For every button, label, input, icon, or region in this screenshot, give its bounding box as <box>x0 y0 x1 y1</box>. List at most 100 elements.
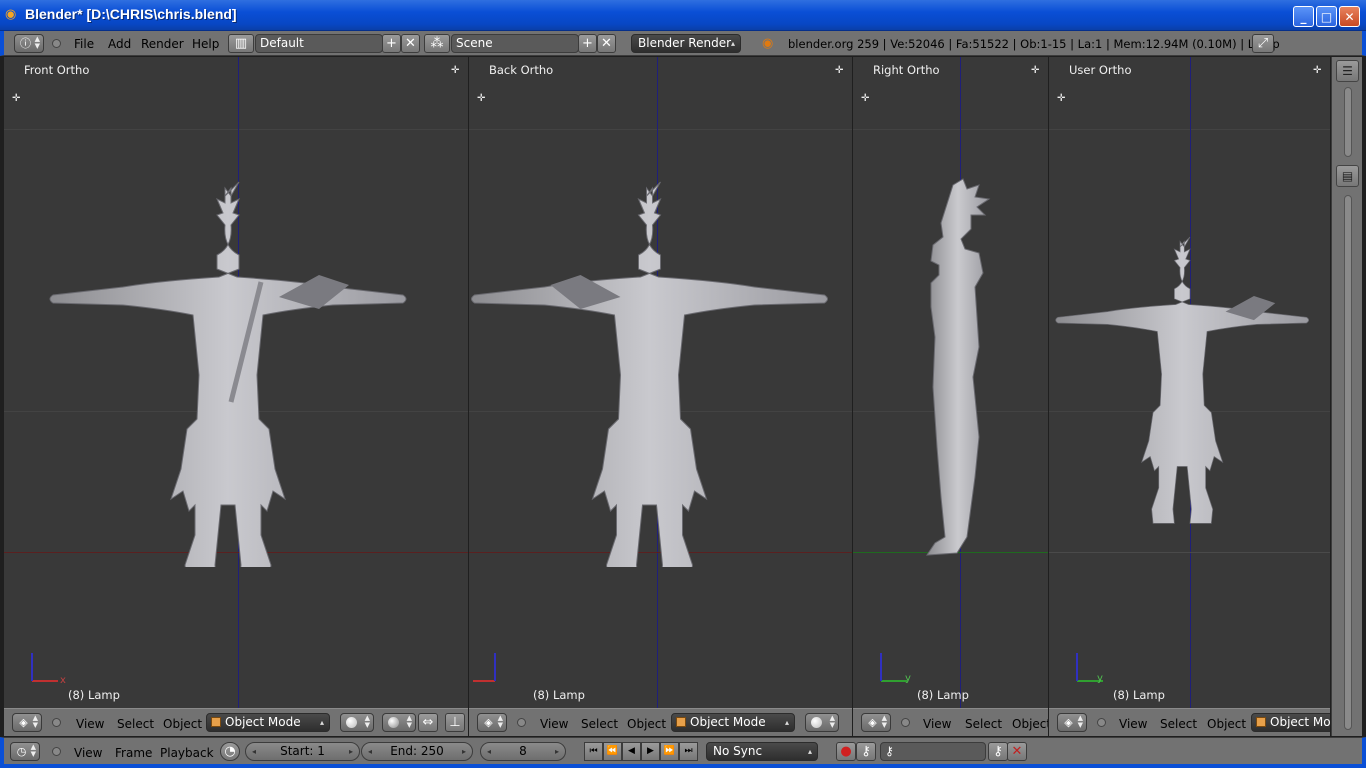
prev-keyframe-icon[interactable]: ⏪ <box>603 742 622 761</box>
minimize-button[interactable]: _ <box>1293 6 1314 27</box>
menu-object[interactable]: Object <box>1207 717 1246 731</box>
menu-select[interactable]: Select <box>1160 717 1197 731</box>
editor-type-selector[interactable]: ◈ ▲ ▼ <box>1057 713 1087 732</box>
grid-line <box>469 129 852 130</box>
menu-frame[interactable]: Frame <box>115 746 152 760</box>
jump-end-icon[interactable]: ⏭ <box>679 742 698 761</box>
layout-name-field[interactable]: Default <box>255 34 383 53</box>
increment-icon[interactable]: ▸ <box>555 743 559 760</box>
sync-mode-dropdown[interactable]: No Sync ▴▾ <box>706 742 818 761</box>
character-model-side <box>926 178 991 556</box>
record-icon[interactable]: ● <box>836 742 856 761</box>
menu-add[interactable]: Add <box>108 37 131 51</box>
render-engine-dropdown[interactable]: Blender Render ▴▾ <box>631 34 741 53</box>
outliner-icon[interactable]: ☰ <box>1336 60 1359 82</box>
menu-select[interactable]: Select <box>117 717 154 731</box>
split-area-icon[interactable]: ✛ <box>451 66 460 76</box>
preview-range-icon[interactable]: ◔ <box>220 742 240 761</box>
menu-view[interactable]: View <box>1119 717 1147 731</box>
play-icon[interactable]: ▶ <box>641 742 660 761</box>
close-button[interactable]: ✕ <box>1339 6 1360 27</box>
properties-icon[interactable]: ▤ <box>1336 165 1359 187</box>
add-scene-button[interactable]: + <box>578 34 597 53</box>
viewport-user-ortho[interactable]: User Ortho ✛ ✛ y (8) Lamp <box>1049 57 1330 708</box>
viewport-right-ortho[interactable]: Right Ortho ✛ ✛ y (8) Lamp <box>853 57 1048 708</box>
viewport-shading-dropdown[interactable]: ▲ ▼ <box>340 713 374 732</box>
end-frame-field[interactable]: ◂ End: 250 ▸ <box>361 742 473 761</box>
split-area-icon[interactable]: ✛ <box>861 94 870 104</box>
chevron-updown-icon: ▲ ▼ <box>30 743 36 758</box>
start-frame-field[interactable]: ◂ Start: 1 ▸ <box>245 742 360 761</box>
menu-view[interactable]: View <box>923 717 951 731</box>
menu-playback[interactable]: Playback <box>160 746 214 760</box>
manipulator-toggle-icon[interactable]: ⇔ <box>418 713 438 732</box>
play-reverse-icon[interactable]: ◀ <box>622 742 641 761</box>
active-object-status: (8) Lamp <box>1113 688 1165 702</box>
menu-file[interactable]: File <box>74 37 94 51</box>
jump-start-icon[interactable]: ⏮ <box>584 742 603 761</box>
decrement-icon[interactable]: ◂ <box>487 743 491 760</box>
viewport-front-ortho[interactable]: Front Ortho ✛ ✛ x (8) Lamp <box>4 57 468 708</box>
keying-set-field[interactable]: ⚷ <box>880 742 986 761</box>
object-mode-dropdown[interactable]: Object Mode ▴▾ <box>671 713 795 732</box>
split-area-icon[interactable]: ✛ <box>835 66 844 76</box>
menu-select[interactable]: Select <box>581 717 618 731</box>
editor-type-selector[interactable]: ◈ ▲ ▼ <box>861 713 891 732</box>
menu-object[interactable]: Object <box>1012 717 1048 731</box>
outliner-scrollbar[interactable] <box>1344 87 1352 157</box>
decrement-icon[interactable]: ◂ <box>252 743 256 760</box>
axis-gizmo <box>1076 653 1103 682</box>
menu-object[interactable]: Object <box>163 717 202 731</box>
decrement-icon[interactable]: ◂ <box>368 743 372 760</box>
delete-layout-button[interactable]: ✕ <box>401 34 420 53</box>
collapse-menus-button[interactable] <box>517 718 526 727</box>
menu-select[interactable]: Select <box>965 717 1002 731</box>
collapse-menus-button[interactable] <box>52 747 61 756</box>
object-mode-dropdown[interactable]: Object Mod <box>1251 713 1330 732</box>
maximize-button[interactable]: □ <box>1316 6 1337 27</box>
fullscreen-toggle-icon[interactable]: ⤢ <box>1252 34 1274 53</box>
increment-icon[interactable]: ▸ <box>462 743 466 760</box>
menu-view[interactable]: View <box>76 717 104 731</box>
delete-scene-button[interactable]: ✕ <box>597 34 616 53</box>
editor-type-selector[interactable]: ◈ ▲ ▼ <box>477 713 507 732</box>
editor-type-selector[interactable]: ⓘ ▲ ▼ <box>14 34 44 53</box>
chevron-updown-icon: ▲ ▼ <box>364 714 370 729</box>
viewport-shading-dropdown[interactable]: ▲ ▼ <box>805 713 839 732</box>
transform-manipulator-icon[interactable]: ⊥ <box>445 713 465 732</box>
menu-object[interactable]: Object <box>627 717 666 731</box>
collapse-menus-button[interactable] <box>901 718 910 727</box>
properties-scrollbar[interactable] <box>1344 195 1352 730</box>
screen-layout-icon[interactable]: ▥ <box>228 34 254 53</box>
add-layout-button[interactable]: + <box>382 34 401 53</box>
viewport-header-back: ◈ ▲▼ View Select Object Object Mode ▴▾ ▲… <box>469 708 852 736</box>
keying-set-icon[interactable]: ⚷ <box>856 742 876 761</box>
next-keyframe-icon[interactable]: ⏩ <box>660 742 679 761</box>
editor-type-selector[interactable]: ◈ ▲ ▼ <box>12 713 42 732</box>
scene-name-field[interactable]: Scene <box>451 34 579 53</box>
editor-type-selector[interactable]: ◷ ▲ ▼ <box>10 742 40 761</box>
collapse-menus-button[interactable] <box>52 718 61 727</box>
scene-icon[interactable]: ⁂ <box>424 34 450 53</box>
menu-render[interactable]: Render <box>141 37 184 51</box>
viewport-back-ortho[interactable]: Back Ortho ✛ ✛ (8) Lamp <box>469 57 852 708</box>
collapse-menus-button[interactable] <box>1097 718 1106 727</box>
menu-help[interactable]: Help <box>192 37 219 51</box>
split-area-icon[interactable]: ✛ <box>1057 94 1066 104</box>
chevron-updown-icon: ▲ ▼ <box>497 714 503 729</box>
cube-icon <box>1256 717 1266 727</box>
increment-icon[interactable]: ▸ <box>349 743 353 760</box>
collapse-menus-button[interactable] <box>52 39 61 48</box>
split-area-icon[interactable]: ✛ <box>1031 66 1040 76</box>
menu-view[interactable]: View <box>540 717 568 731</box>
split-area-icon[interactable]: ✛ <box>477 94 486 104</box>
chevron-updown-icon: ▲ ▼ <box>1077 714 1083 729</box>
insert-keyframe-icon[interactable]: ⚷ <box>988 742 1008 761</box>
menu-view[interactable]: View <box>74 746 102 760</box>
delete-keyframe-icon[interactable]: ✕ <box>1007 742 1027 761</box>
split-area-icon[interactable]: ✛ <box>12 94 21 104</box>
split-area-icon[interactable]: ✛ <box>1313 66 1322 76</box>
current-frame-field[interactable]: ◂ 8 ▸ <box>480 742 566 761</box>
pivot-point-dropdown[interactable]: ▲ ▼ <box>382 713 416 732</box>
object-mode-dropdown[interactable]: Object Mode ▴▾ <box>206 713 330 732</box>
